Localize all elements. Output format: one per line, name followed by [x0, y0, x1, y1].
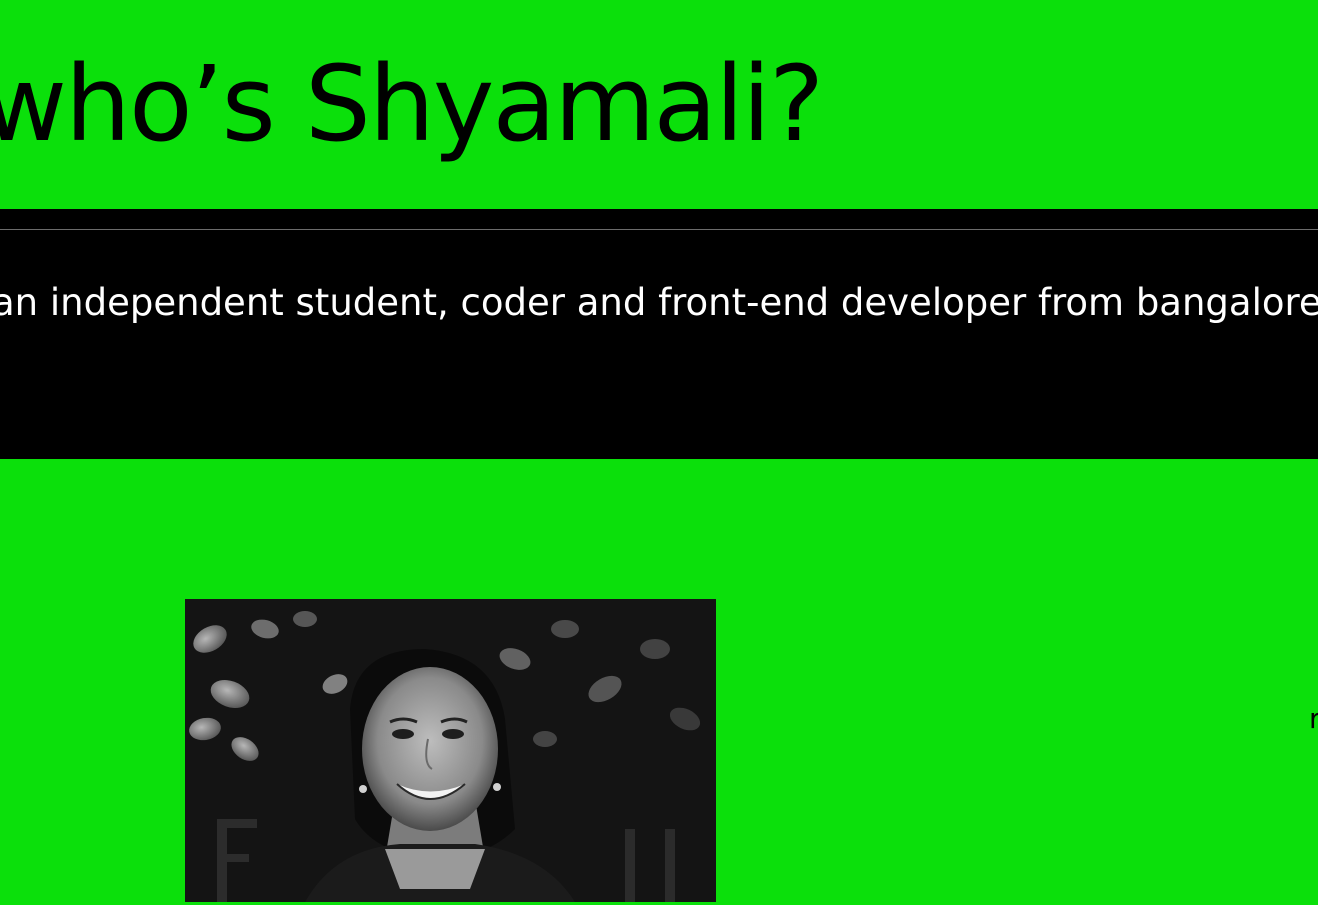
profile-photo-image — [185, 599, 716, 902]
intro-text: an independent student, coder and front-… — [0, 281, 1318, 324]
divider — [0, 229, 1318, 230]
page: who’s Shyamali? an independent student, … — [0, 0, 1318, 905]
page-title: who’s Shyamali? — [0, 43, 824, 165]
about-text-fragment: r — [1309, 702, 1318, 735]
intro-band: an independent student, coder and front-… — [0, 209, 1318, 459]
profile-photo — [185, 599, 716, 902]
